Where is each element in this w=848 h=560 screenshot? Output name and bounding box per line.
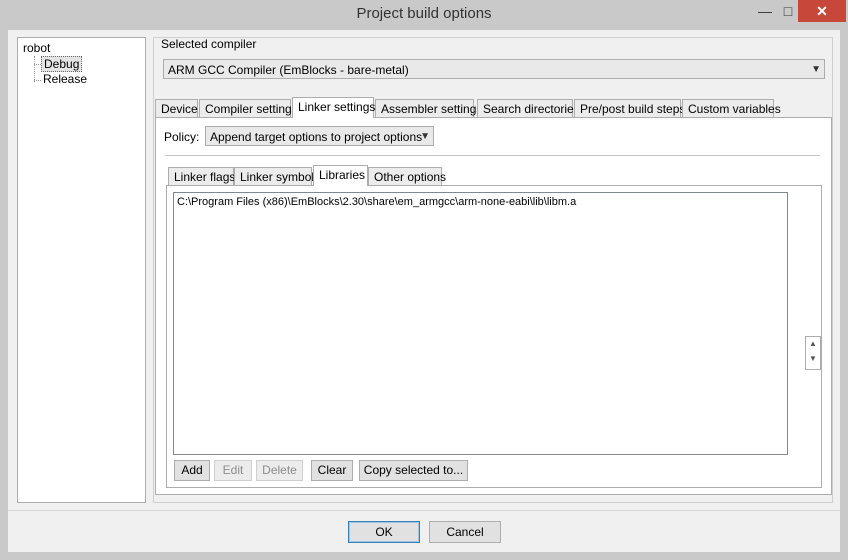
tree-item-robot[interactable]: robot [23,41,50,55]
policy-select[interactable]: Append target options to project options… [205,126,434,146]
window-title: Project build options [356,5,492,22]
tab-linker-settings[interactable]: Linker settings [292,97,375,118]
clear-button[interactable]: Clear [311,460,353,481]
footer-separator [8,510,840,511]
compiler-select-value: ARM GCC Compiler (EmBlocks - bare-metal) [168,63,409,77]
maximize-button[interactable]: □ [778,0,798,22]
tree-item-debug[interactable]: Debug [41,56,83,72]
tab-libraries[interactable]: Libraries [313,165,368,186]
copy-selected-to-button[interactable]: Copy selected to... [359,460,468,481]
dialog-client: robot Debug Release Selected compiler AR… [8,30,840,552]
list-item[interactable]: C:\Program Files (x86)\EmBlocks\2.30\sha… [177,196,576,208]
ok-button[interactable]: OK [348,521,420,543]
window-frame: Project build options — □ ✕ robot Debug … [0,0,848,560]
linker-sub-tab-bar: Linker flags Linker symbols Libraries Ot… [168,165,828,186]
compiler-select[interactable]: ARM GCC Compiler (EmBlocks - bare-metal)… [163,59,825,79]
title-bar[interactable]: Project build options — □ ✕ [0,0,848,30]
tab-device[interactable]: Device [155,99,198,117]
minimize-button[interactable]: — [752,0,778,22]
order-spin-buttons[interactable]: ▲ ▼ [805,336,821,370]
target-tree[interactable]: robot Debug Release [17,37,146,503]
policy-label: Policy: [164,130,200,144]
tree-connector [34,56,35,82]
main-tab-bar: Device Compiler settings Linker settings… [155,97,831,118]
chevron-down-icon: ▼ [420,131,430,142]
add-button[interactable]: Add [174,460,210,481]
tab-assembler-settings[interactable]: Assembler settings [375,99,482,117]
tab-pre-post-build-steps[interactable]: Pre/post build steps [574,99,685,117]
selected-compiler-label: Selected compiler [161,37,257,51]
tab-custom-variables[interactable]: Custom variables [682,99,781,117]
chevron-down-icon: ▼ [811,64,821,75]
delete-button[interactable]: Delete [256,460,303,481]
tab-other-options[interactable]: Other options [368,167,446,185]
libraries-list[interactable]: C:\Program Files (x86)\EmBlocks\2.30\sha… [173,192,788,455]
policy-select-value: Append target options to project options [210,130,423,144]
tree-item-release[interactable]: Release [43,72,87,86]
tab-search-directories[interactable]: Search directories [477,99,580,117]
tab-linker-symbols[interactable]: Linker symbols [234,167,320,185]
tree-connector [34,80,41,81]
tab-compiler-settings[interactable]: Compiler settings [199,99,298,117]
separator [165,155,820,156]
cancel-button[interactable]: Cancel [429,521,501,543]
tree-connector [34,64,41,65]
close-button[interactable]: ✕ [798,0,846,22]
move-up-icon[interactable]: ▲ [806,339,820,348]
move-down-icon[interactable]: ▼ [806,354,820,363]
tab-linker-flags[interactable]: Linker flags [168,167,235,185]
edit-button[interactable]: Edit [214,460,252,481]
